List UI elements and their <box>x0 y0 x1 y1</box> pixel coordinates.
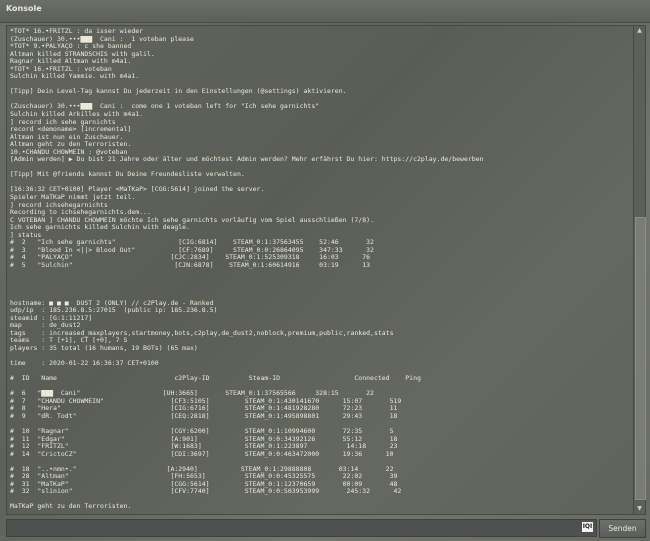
console-line: # 11 "Edgar" [A:901] STEAM_0:0:34392126 … <box>10 435 398 443</box>
console-line: udp/ip : 185.236.8.5:27015 (public ip: 1… <box>10 307 218 315</box>
console-line: record <demoname> [incremental] <box>10 126 132 134</box>
console-line: # 5 "Sulchin" [CJN:6878] STEAM_0:1:60614… <box>10 261 371 269</box>
console-scrollbar[interactable]: ▲ ▼ <box>633 25 646 515</box>
console-line: teams : T [+1], CT [+0], 7 S <box>10 337 128 345</box>
command-input-row: IQI <box>6 519 597 541</box>
console-line: ] record ichsehegarnichts <box>10 201 108 209</box>
console-line: # 3 "Blood In <||> Blood Out" [CF:7689] … <box>10 246 374 254</box>
console-line: # 4 "PALYAÇO" [CJC:2834] STEAM_0:1:52530… <box>10 254 371 262</box>
console-line: (Zuschauer) 30.•••███ Cani : 1 voteban p… <box>10 35 194 43</box>
title-bar[interactable]: Konsole <box>0 0 650 23</box>
console-line: ] status <box>10 231 42 239</box>
scroll-down-icon[interactable]: ▼ <box>634 504 645 514</box>
console-line: [Tipp] Mit @friends kannst Du Deine Freu… <box>10 171 245 179</box>
console-line: Recording to ichsehegarnichts.dem... <box>10 209 151 217</box>
console-line: # 6 "███ Cani" [UH:3665] STEAM_0:1:37565… <box>10 390 374 398</box>
console-line: players : 35 total (16 humans, 19 BOTs) … <box>10 344 198 352</box>
console-line: Sulchin killed Yammie. with m4a1. <box>10 73 140 81</box>
scrollbar-thumb[interactable] <box>635 217 646 500</box>
console-line: 10.•CHANDU CHOWMEIN : @voteban <box>10 148 128 156</box>
console-line: # 31 "MaTKaP" [CGG:5614] STEAM_0:1:12370… <box>10 480 398 488</box>
console-line: C VOTEBAN ] CHANDU CHOWMEIN möchte Ich s… <box>10 216 374 224</box>
console-line: map : de_dust2 <box>10 322 81 330</box>
console-line: *TOT* 9.•PALYAÇO : c she banned <box>10 43 132 51</box>
scroll-up-icon[interactable]: ▲ <box>634 26 645 36</box>
console-line: tags : increased_maxplayers,startmoney,b… <box>10 329 394 337</box>
console-line: Altman geht zu den Terroristen. <box>10 141 132 149</box>
console-line: # 9 "dR. Todt" [CEQ:2818] STEAM_0:1:4958… <box>10 412 398 420</box>
console-line: [16:36:32 CET+0100] Player <MaTKaP> [CGG… <box>10 186 265 194</box>
console-line: *TOT* 16.•FRITZL : voteban <box>10 65 112 73</box>
console-line: ] record ich sehe garnichts <box>10 118 116 126</box>
console-line: # 2 "Ich sehe garnichts" [CIG:6814] STEA… <box>10 239 374 247</box>
console-line: # 8 "Hera" [CIG:6716] STEAM_0:1:48192828… <box>10 405 398 413</box>
console-line: Altman killed STRANDSCHIS with galil. <box>10 50 155 58</box>
console-line: MaTKaP geht zu den Terroristen. <box>10 503 132 511</box>
console-line: # 18 "..•nmn•." [A:2940] STEAM_0:1:29888… <box>10 465 394 473</box>
console-line: Altman ist nun ein Zuschauer. <box>10 133 124 141</box>
console-line: # 32 "slinion" [CFV:7740] STEAM_0:0:5039… <box>10 488 402 496</box>
console-line: [Tipp] Dein Level-Tag kannst Du jederzei… <box>10 88 347 96</box>
console-line: Ragnar killed Altman with m4a1. <box>10 58 132 66</box>
console-line: time : 2020-01-22 16:36:37 CET+0100 <box>10 360 159 368</box>
input-badge-icon: IQI <box>582 522 593 532</box>
window-title: Konsole <box>6 4 42 13</box>
console-window: Konsole *TOT* 16.•FRITZL : da isser wied… <box>0 0 650 541</box>
console-line: # 10 "Ragnar" [CGY:6200] STEAM_0:1:10994… <box>10 427 394 435</box>
console-line: Ich sehe garnichts killed Sulchin with d… <box>10 224 191 232</box>
console-line: (Zuschauer) 30.•••███ Cani : come one 1 … <box>10 103 320 111</box>
console-line: # 14 "CrictoCZ" [CDI:3697] STEAM_0:0:463… <box>10 450 394 458</box>
console-output[interactable]: *TOT* 16.•FRITZL : da isser wieder (Zusch… <box>6 25 634 515</box>
console-line: steamid : [G:1:11217] <box>10 314 93 322</box>
console-line: [Admin werden] ▶ Du bist 21 Jahre oder ä… <box>10 156 484 164</box>
console-line: # ID Name c2Play-ID Steam-ID Connected P… <box>10 375 421 383</box>
console-line: Sulchin killed Arkilles with m4a1. <box>10 111 144 119</box>
console-line: # 28 "Altman" [FH:5653] STEAM_0:0:453255… <box>10 473 398 481</box>
console-line: # 12 "FRITZL" [W:1683] STEAM_0:1:223897 … <box>10 443 398 451</box>
console-line: # 7 "CHANDU CHOWMEIN" [CF3:5105] STEAM_0… <box>10 397 402 405</box>
console-line: hostname: ■ ■ ■ DUST 2 (ONLY) // c2Play.… <box>10 299 214 307</box>
console-lines: *TOT* 16.•FRITZL : da isser wieder (Zusch… <box>10 28 628 511</box>
console-line: *TOT* 16.•FRITZL : da isser wieder <box>10 28 144 35</box>
command-input[interactable] <box>7 525 573 541</box>
send-button[interactable]: Senden <box>599 519 646 538</box>
console-line: Spieler MaTKaP nimmt jetzt teil. <box>10 194 136 202</box>
